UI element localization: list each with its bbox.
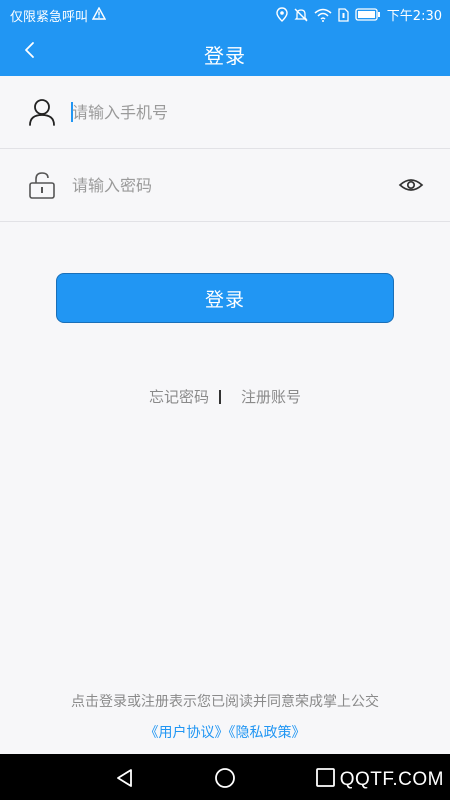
navigation-bar: QQTF.COM (0, 754, 450, 800)
status-left: 仅限紧急呼叫 (10, 6, 107, 25)
register-link[interactable]: 注册账号 (241, 386, 301, 407)
account-links: 忘记密码 注册账号 (0, 386, 450, 407)
privacy-policy-link[interactable]: 《隐私政策》 (229, 725, 306, 741)
sim-icon (338, 7, 349, 22)
agreement-links: 《用户协议》《隐私政策》 (0, 722, 450, 742)
warning-icon (91, 6, 107, 24)
lock-icon (27, 170, 57, 200)
password-input[interactable] (72, 171, 372, 199)
phone-row (0, 76, 450, 149)
links-divider (219, 389, 221, 404)
wifi-icon (314, 8, 332, 22)
eye-icon[interactable] (398, 174, 424, 196)
user-agreement-link[interactable]: 《用户协议》 (145, 725, 229, 741)
battery-icon (355, 8, 381, 21)
agreement-text: 点击登录或注册表示您已阅读并同意荣成掌上公交 (71, 694, 379, 710)
login-button[interactable]: 登录 (56, 273, 394, 323)
phone-input[interactable] (72, 98, 372, 126)
recent-square-icon[interactable] (314, 766, 338, 790)
password-row (0, 149, 450, 222)
location-icon (276, 7, 288, 22)
mute-icon (294, 8, 308, 22)
status-right: 下午2:30 (276, 5, 442, 24)
back-triangle-icon[interactable] (113, 766, 137, 790)
watermark: QQTF.COM (339, 769, 444, 790)
title-bar: 登录 (0, 28, 450, 76)
forgot-password-link[interactable]: 忘记密码 (149, 386, 209, 407)
user-icon (27, 97, 57, 127)
page-title: 登录 (204, 44, 246, 68)
home-circle-icon[interactable] (213, 766, 237, 790)
status-bar: 仅限紧急呼叫 下午2:30 (0, 0, 450, 28)
login-screen: 仅限紧急呼叫 下午2:30 登录 请输入手机号 登录 忘记密码 注册账号 点击登… (0, 0, 450, 800)
status-text: 仅限紧急呼叫 (10, 10, 89, 25)
status-time: 下午2:30 (386, 9, 442, 24)
